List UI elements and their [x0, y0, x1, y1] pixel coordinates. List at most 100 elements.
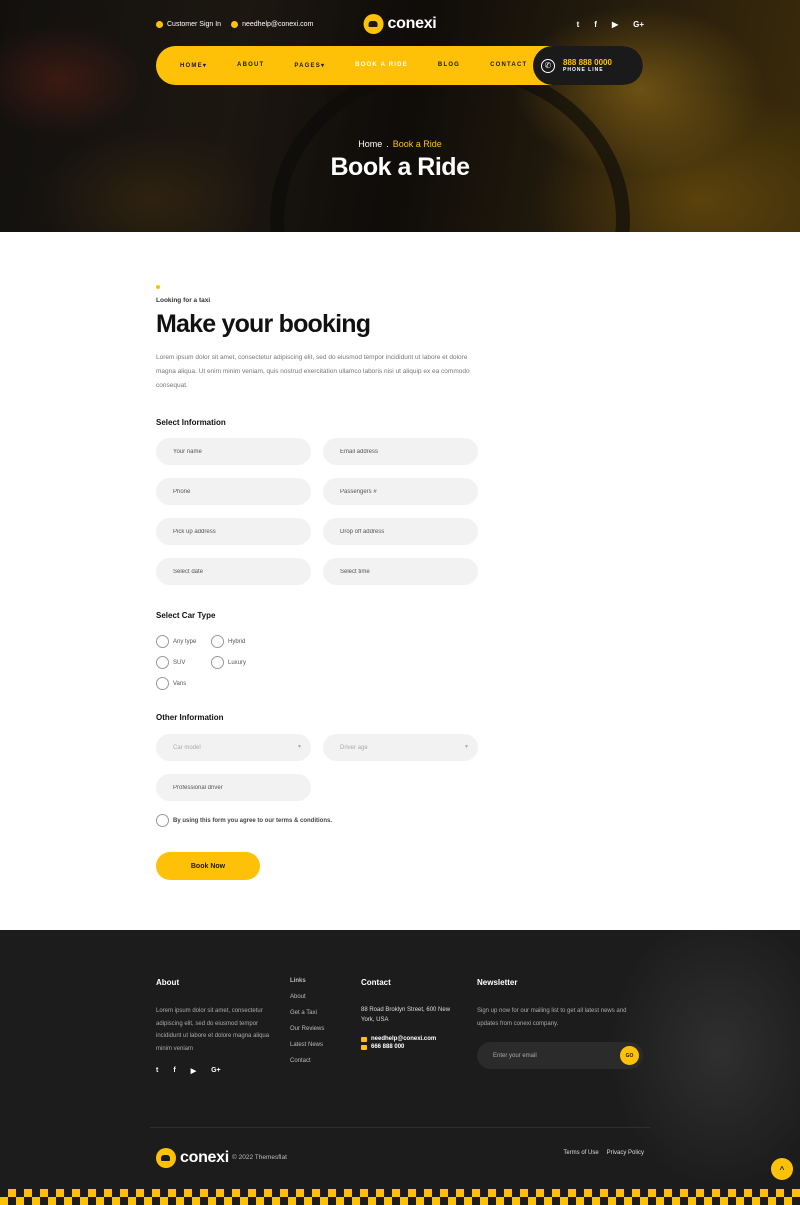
nav-home[interactable]: HOME▾	[180, 62, 207, 69]
phone-icon	[361, 1044, 367, 1050]
footer: About Lorem ipsum dolor sit amet, consec…	[0, 930, 800, 1205]
radio-button[interactable]	[211, 635, 224, 648]
email-link[interactable]: needhelp@conexi.com	[231, 20, 314, 28]
social-links: t f ▶ G+	[577, 20, 644, 29]
newsletter-email-input[interactable]: Enter your email GO	[477, 1042, 643, 1069]
hero-banner: Customer Sign In needhelp@conexi.com con…	[0, 0, 800, 232]
date-field[interactable]	[156, 558, 311, 585]
driver-age-select[interactable]: Driver age ▼	[323, 734, 478, 761]
top-bar: Customer Sign In needhelp@conexi.com con…	[156, 14, 644, 34]
pickup-address-field[interactable]	[156, 518, 311, 545]
email-label: needhelp@conexi.com	[242, 20, 314, 28]
terms-checkbox-circle[interactable]	[156, 814, 169, 827]
footer-links-heading: Links	[290, 978, 306, 984]
section-intro: Lorem ipsum dolor sit amet, consectetur …	[156, 354, 470, 389]
facebook-icon[interactable]: f	[594, 20, 597, 29]
car-type-vans[interactable]: Vans	[156, 677, 211, 690]
footer-link-latest-news[interactable]: Latest News	[290, 1042, 350, 1048]
book-now-button[interactable]: Book Now	[156, 852, 260, 880]
radio-button[interactable]	[156, 656, 169, 669]
footer-newsletter-text: Sign up now for our mailing list to get …	[477, 1008, 627, 1027]
phone-number: 888 888 0000	[563, 58, 612, 67]
car-model-select[interactable]: Car model ▼	[156, 734, 311, 761]
footer-legal-links: Terms of Use Privacy Policy	[563, 1150, 644, 1156]
footer-link-our-reviews[interactable]: Our Reviews	[290, 1026, 350, 1032]
nav-pages[interactable]: PAGES▾	[294, 62, 325, 69]
footer-links: Links About Get a Taxi Our Reviews Lates…	[290, 978, 350, 1074]
google-plus-icon[interactable]: G+	[211, 1067, 221, 1075]
radio-button[interactable]	[156, 677, 169, 690]
footer-email[interactable]: needhelp@conexi.com	[361, 1036, 453, 1042]
car-type-hybrid[interactable]: Hybrid	[211, 635, 271, 648]
footer-social-links: t f ▶ G+	[156, 1067, 278, 1075]
footer-logo[interactable]: conexi	[156, 1148, 229, 1168]
passengers-field[interactable]	[323, 478, 478, 505]
radio-button[interactable]	[211, 656, 224, 669]
terms-checkbox[interactable]: By using this form you agree to our term…	[156, 814, 332, 827]
scroll-to-top-button[interactable]: ^	[771, 1158, 793, 1180]
breadcrumb-separator: .	[386, 139, 389, 149]
customer-sign-in-link[interactable]: Customer Sign In	[156, 20, 222, 28]
section-eyebrow: Looking for a taxi	[156, 297, 211, 304]
sign-in-label: Customer Sign In	[167, 20, 222, 28]
arrow-up-icon: ^	[779, 1164, 785, 1174]
twitter-icon[interactable]: t	[156, 1067, 158, 1075]
mail-icon	[231, 20, 239, 28]
terms-of-use-link[interactable]: Terms of Use	[563, 1150, 598, 1156]
car-type-luxury[interactable]: Luxury	[211, 656, 271, 669]
terms-label: By using this form you agree to our term…	[173, 817, 333, 824]
footer-link-about[interactable]: About	[290, 994, 350, 1000]
nav-contact[interactable]: CONTACT	[490, 62, 527, 69]
accent-dot	[156, 285, 160, 289]
car-model-value: Car model	[173, 744, 201, 751]
footer-about-heading: About	[156, 978, 180, 987]
youtube-icon[interactable]: ▶	[191, 1067, 196, 1075]
top-bar-info: Customer Sign In needhelp@conexi.com	[156, 20, 314, 28]
main-navigation: HOME▾ ABOUT PAGES▾ BOOK A RIDE BLOG CONT…	[156, 46, 643, 85]
footer-email-label: needhelp@conexi.com	[371, 1036, 437, 1042]
facebook-icon[interactable]: f	[173, 1067, 175, 1075]
chevron-down-icon: ▼	[297, 744, 302, 750]
phone-label: PHONE LINE	[563, 67, 604, 73]
footer-link-get-a-taxi[interactable]: Get a Taxi	[290, 1010, 350, 1016]
phone-icon: ✆	[541, 58, 555, 73]
footer-link-contact[interactable]: Contact	[290, 1058, 350, 1064]
footer-newsletter-heading: Newsletter	[477, 978, 518, 987]
twitter-icon[interactable]: t	[577, 20, 580, 29]
dropoff-address-field[interactable]	[323, 518, 478, 545]
youtube-icon[interactable]: ▶	[612, 20, 618, 29]
nav-about[interactable]: ABOUT	[237, 62, 264, 69]
footer-contact: Contact 88 Road Broklyn Street, 600 New …	[361, 978, 453, 1050]
email-field[interactable]	[323, 438, 478, 465]
breadcrumb-home[interactable]: Home	[358, 139, 382, 149]
nav-book-a-ride[interactable]: BOOK A RIDE	[355, 62, 408, 69]
footer-phone[interactable]: 666 888 000	[361, 1044, 453, 1050]
newsletter-go-button[interactable]: GO	[620, 1046, 639, 1065]
driver-age-value: Driver age	[340, 744, 368, 751]
name-field[interactable]	[156, 438, 311, 465]
footer-contact-heading: Contact	[361, 978, 391, 987]
car-type-suv[interactable]: SUV	[156, 656, 211, 669]
footer-address: 88 Road Broklyn Street, 600 New York, US…	[361, 1007, 451, 1023]
section-heading: Make your booking	[156, 310, 371, 338]
nav-items: HOME▾ ABOUT PAGES▾ BOOK A RIDE BLOG CONT…	[156, 62, 557, 69]
google-plus-icon[interactable]: G+	[633, 20, 644, 29]
radio-label: Hybrid	[228, 638, 246, 645]
phone-field[interactable]	[156, 478, 311, 505]
time-field[interactable]	[323, 558, 478, 585]
logo[interactable]: conexi	[363, 14, 437, 34]
select-information-label: Select Information	[156, 418, 226, 427]
nav-blog[interactable]: BLOG	[438, 62, 460, 69]
footer-divider	[150, 1127, 650, 1128]
professional-driver-field[interactable]	[156, 774, 311, 801]
radio-label: SUV	[173, 659, 186, 666]
user-icon	[156, 20, 163, 28]
car-type-any[interactable]: Any type	[156, 635, 211, 648]
checkered-taxi-stripe	[0, 1189, 800, 1205]
radio-label: Any type	[173, 638, 197, 645]
privacy-policy-link[interactable]: Privacy Policy	[607, 1150, 644, 1156]
mail-icon	[361, 1036, 367, 1042]
radio-button[interactable]	[156, 635, 169, 648]
other-information-label: Other Information	[156, 713, 224, 722]
phone-line-button[interactable]: ✆ 888 888 0000 PHONE LINE	[533, 46, 643, 85]
